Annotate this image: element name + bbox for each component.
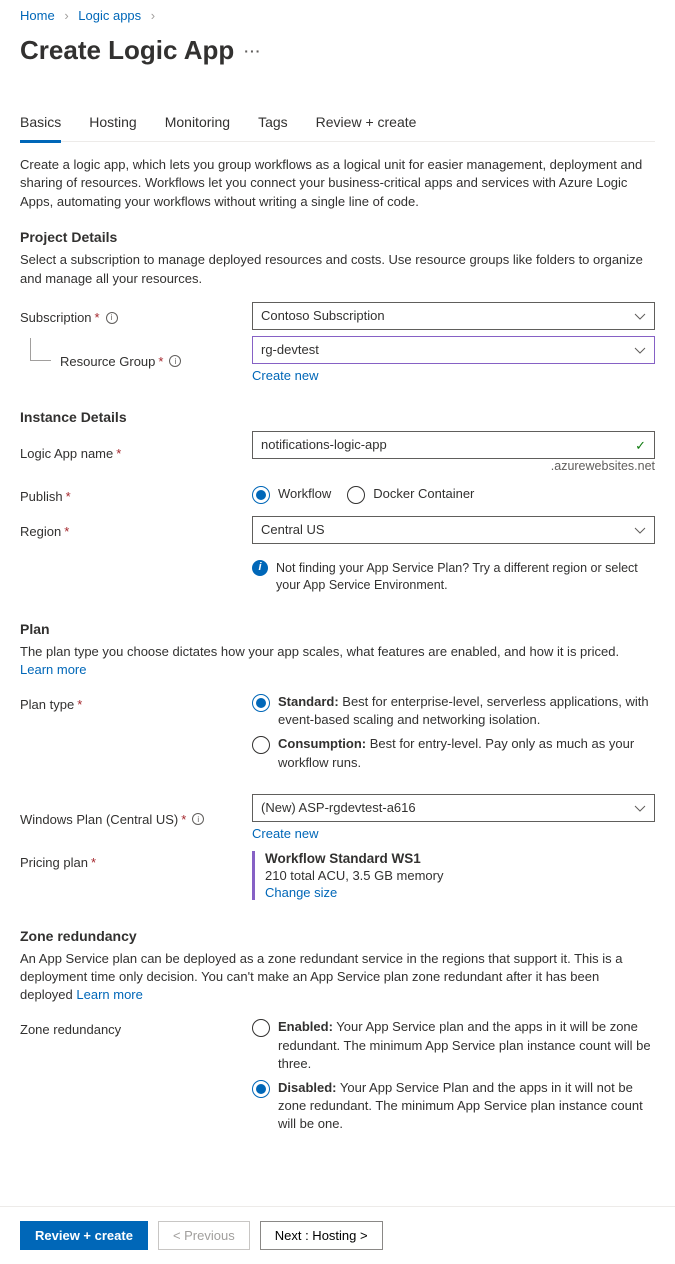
review-create-button[interactable]: Review + create bbox=[20, 1221, 148, 1250]
chevron-down-icon bbox=[634, 311, 646, 326]
plan-consumption-radio[interactable] bbox=[252, 736, 270, 754]
more-icon[interactable]: ··· bbox=[244, 43, 261, 59]
plan-heading: Plan bbox=[20, 621, 655, 637]
project-details-desc: Select a subscription to manage deployed… bbox=[20, 251, 655, 287]
zone-redundancy-heading: Zone redundancy bbox=[20, 928, 655, 944]
plan-consumption-label: Consumption: Best for entry-level. Pay o… bbox=[278, 735, 655, 771]
tab-tags[interactable]: Tags bbox=[258, 106, 288, 141]
tab-hosting[interactable]: Hosting bbox=[89, 106, 136, 141]
chevron-right-icon: › bbox=[64, 8, 68, 23]
resource-group-label: Resource Group* i bbox=[20, 350, 252, 369]
zone-redundancy-label: Zone redundancy bbox=[20, 1018, 252, 1037]
chevron-down-icon bbox=[634, 803, 646, 818]
info-icon[interactable]: i bbox=[192, 813, 204, 825]
plan-standard-label: Standard: Best for enterprise-level, ser… bbox=[278, 693, 655, 729]
project-details-heading: Project Details bbox=[20, 229, 655, 245]
tabs: Basics Hosting Monitoring Tags Review + … bbox=[20, 106, 655, 142]
publish-label: Publish* bbox=[20, 485, 252, 504]
chevron-right-icon: › bbox=[151, 8, 155, 23]
pricing-plan-block: Workflow Standard WS1 210 total ACU, 3.5… bbox=[252, 851, 655, 900]
zone-disabled-label: Disabled: Your App Service Plan and the … bbox=[278, 1079, 655, 1134]
logic-app-name-input[interactable]: notifications-logic-app ✓ bbox=[252, 431, 655, 459]
publish-docker-label: Docker Container bbox=[373, 485, 474, 503]
resource-group-select[interactable]: rg-devtest bbox=[252, 336, 655, 364]
check-icon: ✓ bbox=[635, 438, 646, 454]
instance-details-heading: Instance Details bbox=[20, 409, 655, 425]
intro-text: Create a logic app, which lets you group… bbox=[20, 156, 655, 211]
pricing-plan-name: Workflow Standard WS1 bbox=[265, 851, 655, 866]
breadcrumb-home[interactable]: Home bbox=[20, 8, 55, 23]
page-title: Create Logic App ··· bbox=[20, 35, 655, 66]
region-select[interactable]: Central US bbox=[252, 516, 655, 544]
tab-basics[interactable]: Basics bbox=[20, 106, 61, 143]
region-info: i Not finding your App Service Plan? Try… bbox=[252, 560, 655, 595]
breadcrumb-logic-apps[interactable]: Logic apps bbox=[78, 8, 141, 23]
region-label: Region* bbox=[20, 520, 252, 539]
chevron-down-icon bbox=[634, 345, 646, 360]
subscription-label: Subscription* i bbox=[20, 306, 252, 325]
zone-redundancy-desc: An App Service plan can be deployed as a… bbox=[20, 950, 655, 1005]
publish-workflow-label: Workflow bbox=[278, 485, 331, 503]
tab-review[interactable]: Review + create bbox=[316, 106, 417, 141]
zone-learn-more-link[interactable]: Learn more bbox=[76, 987, 142, 1002]
windows-plan-label: Windows Plan (Central US)* i bbox=[20, 808, 252, 827]
chevron-down-icon bbox=[634, 525, 646, 540]
breadcrumb: Home › Logic apps › bbox=[20, 0, 655, 31]
plan-desc: The plan type you choose dictates how yo… bbox=[20, 643, 655, 679]
info-icon[interactable]: i bbox=[169, 355, 181, 367]
next-button[interactable]: Next : Hosting > bbox=[260, 1221, 383, 1250]
domain-suffix: .azurewebsites.net bbox=[252, 459, 655, 473]
zone-enabled-radio[interactable] bbox=[252, 1019, 270, 1037]
footer: Review + create < Previous Next : Hostin… bbox=[0, 1206, 675, 1264]
windows-plan-select[interactable]: (New) ASP-rgdevtest-a616 bbox=[252, 794, 655, 822]
plan-learn-more-link[interactable]: Learn more bbox=[20, 662, 86, 677]
zone-disabled-radio[interactable] bbox=[252, 1080, 270, 1098]
previous-button[interactable]: < Previous bbox=[158, 1221, 250, 1250]
info-icon: i bbox=[252, 560, 268, 576]
publish-docker-radio[interactable] bbox=[347, 486, 365, 504]
change-size-link[interactable]: Change size bbox=[265, 885, 337, 900]
publish-workflow-radio[interactable] bbox=[252, 486, 270, 504]
create-new-rg-link[interactable]: Create new bbox=[252, 368, 318, 383]
plan-standard-radio[interactable] bbox=[252, 694, 270, 712]
pricing-plan-specs: 210 total ACU, 3.5 GB memory bbox=[265, 868, 655, 883]
tab-monitoring[interactable]: Monitoring bbox=[165, 106, 230, 141]
create-new-plan-link[interactable]: Create new bbox=[252, 826, 318, 841]
plan-type-label: Plan type* bbox=[20, 693, 252, 712]
pricing-plan-label: Pricing plan* bbox=[20, 851, 252, 870]
info-icon[interactable]: i bbox=[106, 312, 118, 324]
subscription-select[interactable]: Contoso Subscription bbox=[252, 302, 655, 330]
zone-enabled-label: Enabled: Your App Service plan and the a… bbox=[278, 1018, 655, 1073]
logic-app-name-label: Logic App name* bbox=[20, 442, 252, 461]
